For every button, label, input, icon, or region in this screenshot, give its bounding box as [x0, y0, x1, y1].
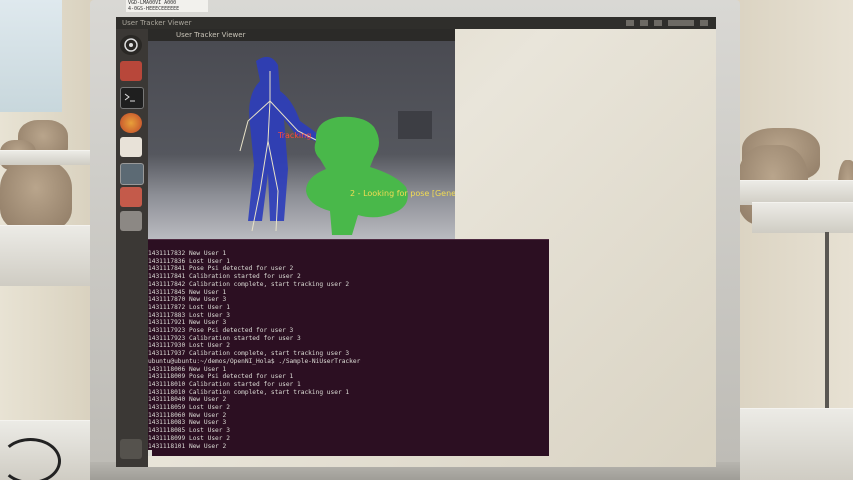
tracking-label: Tracking [278, 131, 312, 140]
gear-icon[interactable] [700, 20, 708, 26]
trash-icon[interactable] [120, 439, 142, 459]
desk-leg [825, 232, 829, 412]
terminal-line: ubuntu@ubuntu:~/demos/OpenNI_Hola$ ./Sam… [148, 357, 361, 365]
background-object [398, 111, 432, 139]
launcher [116, 29, 148, 467]
terminal-line: 1431117923 Pose Psi detected for user 3 [148, 327, 294, 335]
terminal-line: 1431118010 Calibration started for user … [148, 380, 301, 388]
system-tray[interactable] [626, 17, 708, 26]
terminal-cursor[interactable] [148, 450, 360, 456]
terminal-line: 1431117883 Lost User 3 [148, 311, 230, 319]
top-panel: User Tracker Viewer [116, 17, 716, 29]
depth-view: Tracking 2 - Looking for pose [Gene [148, 41, 455, 247]
terminal-line: 1431118060 New User 2 [148, 411, 227, 419]
terminal-line: 1431117923 Calibration started for user … [148, 334, 301, 342]
second-user-silhouette [306, 116, 408, 235]
app-icon[interactable] [120, 211, 142, 231]
chair [0, 160, 72, 230]
terminal-line: 1431117872 Lost User 1 [148, 303, 230, 311]
terminal-line: 1431117842 Calibration complete, start t… [148, 280, 350, 288]
workspace-icon[interactable] [120, 163, 144, 185]
dash-icon[interactable] [120, 35, 142, 55]
volume-icon[interactable] [654, 20, 662, 26]
document-icon[interactable] [120, 137, 142, 157]
desk [752, 202, 853, 233]
desk [0, 225, 92, 286]
terminal-line: 1431117841 Pose Psi detected for user 2 [148, 265, 294, 273]
user-tracker-window[interactable]: User Tracker Viewer Tracking 2 - Looking… [148, 29, 455, 247]
firefox-icon[interactable] [120, 113, 142, 133]
terminal-line: 1431117836 Lost User 1 [148, 257, 230, 265]
window [0, 0, 62, 112]
terminal-line: 1431118083 New User 3 [148, 419, 227, 427]
terminal-line: 1431117937 Calibration complete, start t… [148, 350, 350, 358]
laptop-sticker: VGD-LMA00VI A000 4-0GS-HEEECEEEEEE [126, 0, 208, 12]
clock[interactable] [668, 20, 694, 26]
pose-status-label: 2 - Looking for pose [Gene [350, 189, 455, 198]
battery-icon[interactable] [640, 20, 648, 26]
terminal-line: 1431118099 Lost User 2 [148, 434, 230, 442]
window-title: User Tracker Viewer [122, 19, 192, 27]
terminal-line: 1431118006 New User 1 [148, 365, 227, 373]
depth-scene [239, 56, 432, 235]
terminal-line: 1431118040 New User 2 [148, 396, 227, 404]
viewer-title: User Tracker Viewer [148, 29, 455, 41]
laptop-screen: User Tracker Viewer User Tracker Viewer [116, 17, 716, 467]
terminal-line: 1431117930 Lost User 2 [148, 342, 230, 350]
terminal-line: 1431117845 New User 1 [148, 288, 227, 296]
terminal-line: 1431118059 Lost User 2 [148, 404, 230, 412]
terminal-line: 1431118009 Pose Psi detected for user 1 [148, 373, 294, 381]
files-icon[interactable] [120, 61, 142, 81]
terminal-line: 1431118101 New User 2 [148, 442, 227, 450]
terminal-line: 1431118085 Lost User 3 [148, 427, 230, 435]
terminal-window[interactable]: 1431117832 New User 1 1431117836 Lost Use… [148, 239, 549, 456]
terminal-icon[interactable] [120, 87, 144, 109]
desk [738, 408, 853, 480]
terminal-line: 1431117832 New User 1 [148, 250, 227, 257]
presentation-icon[interactable] [120, 187, 142, 207]
terminal-line: 1431118010 Calibration complete, start t… [148, 388, 350, 396]
terminal-output: 1431117832 New User 1 1431117836 Lost Use… [148, 250, 360, 456]
power-cable [0, 438, 61, 480]
desk [0, 150, 92, 165]
network-icon[interactable] [626, 20, 634, 26]
terminal-line: 1431117841 Calibration started for user … [148, 273, 301, 281]
terminal-line: 1431117921 New User 3 [148, 319, 227, 327]
terminal-line: 1431117870 New User 3 [148, 296, 227, 304]
